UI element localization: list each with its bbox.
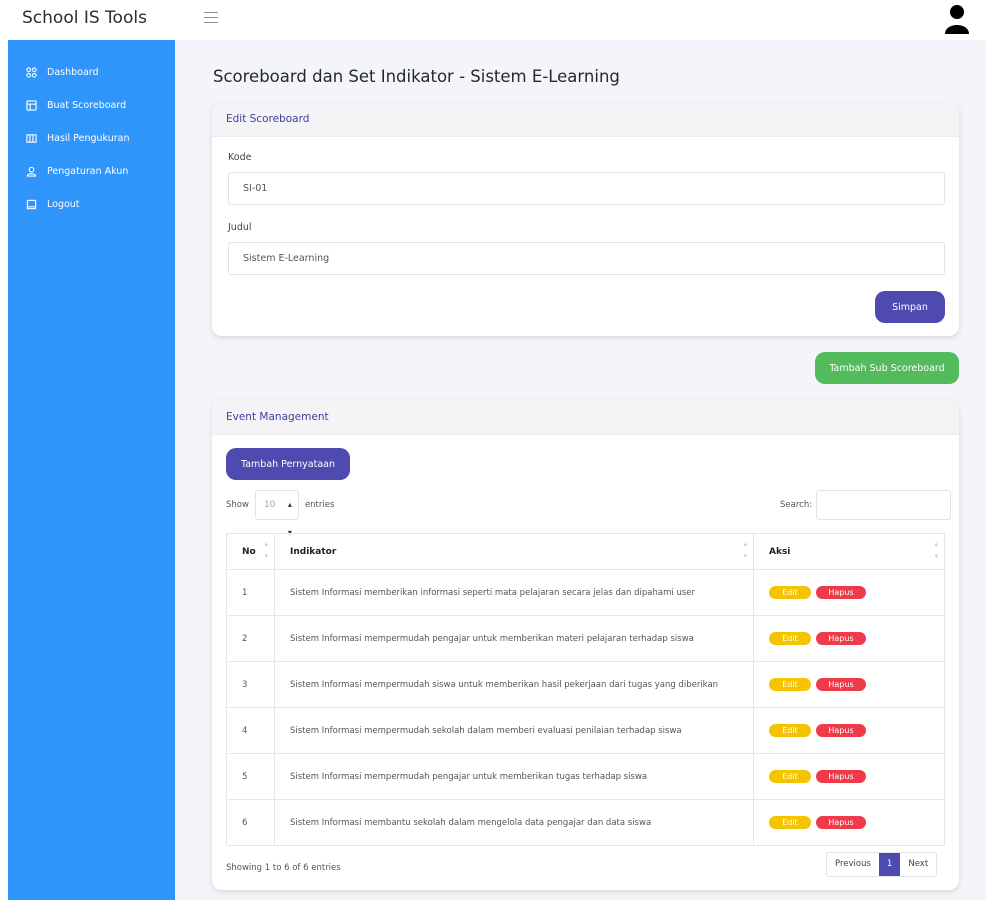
row-indikator: Sistem Informasi mempermudah sekolah dal… [274,707,754,754]
row-number: 2 [226,615,275,662]
delete-button[interactable]: Hapus [816,724,866,737]
sidebar-item-pengaturan-akun[interactable]: Pengaturan Akun [8,155,175,188]
delete-button[interactable]: Hapus [816,770,866,783]
next-page-button[interactable]: Next [900,853,936,876]
entries-select[interactable]: 10 ▴ ▾ [254,490,299,537]
sidebar-item-logout[interactable]: Logout [8,188,175,221]
judul-label: Judul [228,222,252,233]
edit-button[interactable]: Edit [769,632,811,645]
main-content: Scoreboard dan Set Indikator - Sistem E-… [175,40,986,900]
row-actions: Edit Hapus [753,615,945,662]
table-row: 6 Sistem Informasi membantu sekolah dala… [226,799,945,846]
row-number: 3 [226,661,275,708]
show-label: Show [226,500,249,510]
delete-button[interactable]: Hapus [816,632,866,645]
sidebar-item-label: Buat Scoreboard [47,100,127,111]
table-info: Showing 1 to 6 of 6 entries [226,863,341,873]
sort-icon: ▴ ▾ [264,540,268,560]
page-1-button[interactable]: 1 [878,853,901,876]
entries-value: 10 [263,500,276,510]
edit-button[interactable]: Edit [769,586,811,599]
table-search: Search: [780,490,952,520]
table-row: 3 Sistem Informasi mempermudah siswa unt… [226,661,945,708]
row-indikator: Sistem Informasi memberikan informasi se… [274,569,754,616]
row-number: 1 [226,569,275,616]
delete-button[interactable]: Hapus [816,678,866,691]
table-row: 4 Sistem Informasi mempermudah sekolah d… [226,707,945,754]
event-management-card: Event Management Tambah Pernyataan Show … [212,400,959,890]
indicator-table: No ▴ ▾ Indikator ▴ ▾ Aksi ▴ ▾ 1 Sistem Informa… [226,533,945,846]
app-title: School IS Tools [22,8,147,28]
row-number: 4 [226,707,275,754]
row-actions: Edit Hapus [753,569,945,616]
row-actions: Edit Hapus [753,661,945,708]
edit-button[interactable]: Edit [769,770,811,783]
grid-icon [26,67,37,78]
layout-icon [26,100,37,111]
row-indikator: Sistem Informasi mempermudah pengajar un… [274,615,754,662]
search-label: Search: [780,500,813,510]
column-header-no[interactable]: No ▴ ▾ [226,533,275,570]
add-sub-scoreboard-button[interactable]: Tambah Sub Scoreboard [815,352,959,384]
row-indikator: Sistem Informasi membantu sekolah dalam … [274,799,754,846]
sidebar-item-buat-scoreboard[interactable]: Buat Scoreboard [8,89,175,122]
add-statement-button[interactable]: Tambah Pernyataan [226,448,350,480]
judul-input[interactable] [228,242,945,275]
edit-button[interactable]: Edit [769,724,811,737]
column-header-indikator[interactable]: Indikator ▴ ▾ [274,533,754,570]
user-icon [26,166,37,177]
columns-icon [26,134,37,143]
entries-label: entries [304,500,335,510]
edit-scoreboard-card: Edit Scoreboard Kode Judul Simpan [212,102,959,336]
user-account-icon[interactable] [944,4,970,34]
table-row: 2 Sistem Informasi mempermudah pengajar … [226,615,945,662]
sidebar-item-label: Logout [47,199,80,210]
table-row: 5 Sistem Informasi mempermudah pengajar … [226,753,945,800]
table-header-row: No ▴ ▾ Indikator ▴ ▾ Aksi ▴ ▾ [226,533,945,570]
row-number: 5 [226,753,275,800]
column-header-aksi[interactable]: Aksi ▴ ▾ [753,533,945,570]
page-title: Scoreboard dan Set Indikator - Sistem E-… [213,67,620,86]
sidebar: Dashboard Buat Scoreboard Hasil Pengukur… [8,40,175,900]
pagination: Previous 1 Next [826,852,938,877]
sidebar-item-label: Pengaturan Akun [47,166,129,177]
search-input[interactable] [816,490,952,520]
sort-icon: ▴ ▾ [934,540,938,560]
save-button[interactable]: Simpan [875,291,945,323]
previous-page-button[interactable]: Previous [827,853,879,876]
delete-button[interactable]: Hapus [816,586,866,599]
menu-toggle-icon[interactable] [204,12,218,26]
delete-button[interactable]: Hapus [816,816,866,829]
card-header: Edit Scoreboard [212,102,959,137]
row-indikator: Sistem Informasi mempermudah pengajar un… [274,753,754,800]
row-actions: Edit Hapus [753,707,945,754]
edit-button[interactable]: Edit [769,678,811,691]
card-header: Event Management [212,400,959,435]
sidebar-item-hasil-pengukuran[interactable]: Hasil Pengukuran [8,122,175,155]
top-bar: School IS Tools [0,0,986,40]
row-number: 6 [226,799,275,846]
sidebar-item-label: Dashboard [47,67,99,78]
row-actions: Edit Hapus [753,753,945,800]
square-icon [26,199,37,210]
table-row: 1 Sistem Informasi memberikan informasi … [226,569,945,616]
kode-input[interactable] [228,172,945,205]
sort-icon: ▴ ▾ [743,540,747,560]
entries-length-control: Show 10 ▴ ▾ entries [226,490,335,537]
row-indikator: Sistem Informasi mempermudah siswa untuk… [274,661,754,708]
sidebar-item-label: Hasil Pengukuran [47,133,130,144]
edit-button[interactable]: Edit [769,816,811,829]
sidebar-item-dashboard[interactable]: Dashboard [8,56,175,89]
kode-label: Kode [228,152,252,163]
row-actions: Edit Hapus [753,799,945,846]
